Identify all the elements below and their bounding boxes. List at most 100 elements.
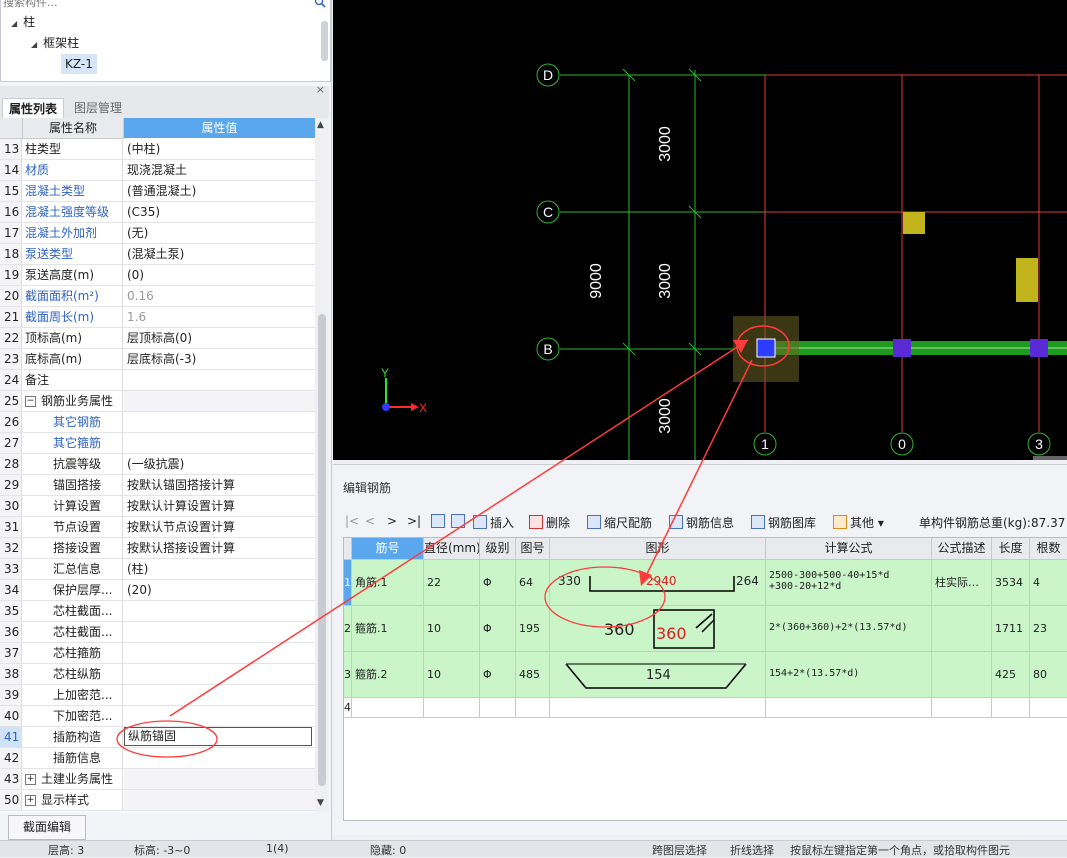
property-value[interactable]	[124, 370, 315, 390]
property-row[interactable]: 29 锚固搭接 按默认锚固搭接计算	[0, 475, 315, 496]
tab-layer-management[interactable]: 图层管理	[68, 98, 128, 118]
property-row[interactable]: 19 泵送高度(m) (0)	[0, 265, 315, 286]
property-value[interactable]: 按默认搭接设置计算	[124, 538, 315, 558]
property-row[interactable]: 26 其它钢筋	[0, 412, 315, 433]
property-row[interactable]: 24 备注	[0, 370, 315, 391]
cell-desc[interactable]	[932, 698, 992, 718]
property-value[interactable]: (20)	[124, 580, 315, 600]
property-value[interactable]: 按默认节点设置计算	[124, 517, 315, 537]
other-dropdown[interactable]: 其他 ▾	[833, 514, 884, 531]
rebar-info-button[interactable]: 钢筋信息	[669, 514, 734, 531]
cell-count[interactable]: 4	[1030, 560, 1067, 606]
cell-fig[interactable]: 485	[516, 652, 550, 698]
tree-scrollbar[interactable]	[321, 21, 328, 61]
property-value[interactable]: (C35)	[124, 202, 315, 222]
expand-icon[interactable]: +	[25, 774, 36, 785]
close-icon[interactable]: ×	[316, 83, 325, 96]
collapse-icon[interactable]: ◢	[31, 40, 37, 49]
property-row[interactable]: 50 + 显示样式	[0, 790, 315, 811]
property-row[interactable]: 14 材质 现浇混凝土	[0, 160, 315, 181]
property-value[interactable]: (中柱)	[124, 139, 315, 159]
cell-desc[interactable]	[932, 652, 992, 698]
cell-dia[interactable]: 22	[424, 560, 480, 606]
property-value[interactable]	[124, 769, 315, 789]
property-value[interactable]	[124, 433, 315, 453]
property-row[interactable]: 21 截面周长(m) 1.6	[0, 307, 315, 328]
property-row[interactable]: 41 插筋构造 纵筋锚固	[0, 727, 315, 748]
property-row[interactable]: 13 柱类型 (中柱)	[0, 139, 315, 160]
cell-len[interactable]: 425	[992, 652, 1030, 698]
property-row[interactable]: 27 其它箍筋	[0, 433, 315, 454]
collapse-icon[interactable]: ◢	[11, 19, 17, 28]
property-row[interactable]: 42 插筋信息	[0, 748, 315, 769]
rebar-shape[interactable]: 154	[550, 652, 766, 698]
property-row[interactable]: 32 搭接设置 按默认搭接设置计算	[0, 538, 315, 559]
search-icon[interactable]	[314, 0, 326, 8]
property-value[interactable]	[124, 391, 315, 411]
property-row[interactable]: 25− 钢筋业务属性	[0, 391, 315, 412]
property-row[interactable]: 40 下加密范...	[0, 706, 315, 727]
property-value[interactable]: 按默认计算设置计算	[124, 496, 315, 516]
property-value[interactable]: 层顶标高(0)	[124, 328, 315, 348]
property-row[interactable]: 15 混凝土类型 (普通混凝土)	[0, 181, 315, 202]
property-row[interactable]: 38 芯柱纵筋	[0, 664, 315, 685]
property-row[interactable]: 17 混凝土外加剂 (无)	[0, 223, 315, 244]
rebar-library-button[interactable]: 钢筋图库	[751, 514, 816, 531]
cell-name[interactable]: 角筋.1	[352, 560, 424, 606]
cell-count[interactable]: 80	[1030, 652, 1067, 698]
property-row[interactable]: 31 节点设置 按默认节点设置计算	[0, 517, 315, 538]
property-value[interactable]: (柱)	[124, 559, 315, 579]
cad-canvas[interactable]: D C B 1 0 3 3000 3000 3000 9000 Y X	[333, 0, 1067, 460]
property-value[interactable]	[124, 601, 315, 621]
property-row[interactable]: 34 保护层厚... (20)	[0, 580, 315, 601]
delete-button[interactable]: 删除	[529, 514, 570, 531]
property-value[interactable]	[124, 622, 315, 642]
property-value[interactable]: 按默认锚固搭接计算	[124, 475, 315, 495]
property-value[interactable]	[124, 748, 315, 768]
rebar-shape[interactable]: 330 2940 264	[550, 560, 766, 606]
formula-cell[interactable]: 2500-300+500-40+15*d +300-20+12*d	[766, 560, 932, 606]
property-value[interactable]	[124, 412, 315, 432]
property-row[interactable]: 37 芯柱箍筋	[0, 643, 315, 664]
cell-desc[interactable]: 柱实际…	[932, 560, 992, 606]
collapse-icon[interactable]: −	[25, 396, 36, 407]
property-value[interactable]: 层底标高(-3)	[124, 349, 315, 369]
property-value[interactable]: 现浇混凝土	[124, 160, 315, 180]
property-row[interactable]: 28 抗震等级 (一级抗震)	[0, 454, 315, 475]
cell-dia[interactable]: 10	[424, 652, 480, 698]
cell-name[interactable]: 箍筋.1	[352, 606, 424, 652]
cell-fig[interactable]: 64	[516, 560, 550, 606]
cell-len[interactable]	[992, 698, 1030, 718]
property-row[interactable]: 39 上加密范...	[0, 685, 315, 706]
cell-fig[interactable]: 195	[516, 606, 550, 652]
property-row[interactable]: 20 截面面积(m²) 0.16	[0, 286, 315, 307]
expand-icon[interactable]: +	[25, 795, 36, 806]
property-row[interactable]: 22 顶标高(m) 层顶标高(0)	[0, 328, 315, 349]
search-input[interactable]	[3, 0, 303, 9]
scroll-up-icon[interactable]: ▲	[317, 120, 324, 130]
nav-last-button[interactable]: >|	[407, 514, 421, 528]
property-row[interactable]: 33 汇总信息 (柱)	[0, 559, 315, 580]
property-value[interactable]: (0)	[124, 265, 315, 285]
property-row[interactable]: 36 芯柱截面...	[0, 622, 315, 643]
nav-first-button[interactable]: |<	[345, 514, 359, 528]
cell-dia[interactable]: 10	[424, 606, 480, 652]
formula-cell[interactable]	[766, 698, 932, 718]
cell-name[interactable]: 箍筋.2	[352, 652, 424, 698]
property-value[interactable]: 纵筋锚固	[124, 727, 312, 746]
tree-node-frame-column[interactable]: ◢ 框架柱	[31, 33, 79, 53]
cell-grade[interactable]: Φ	[480, 606, 516, 652]
property-value[interactable]	[124, 706, 315, 726]
scale-rebar-button[interactable]: 缩尺配筋	[587, 514, 652, 531]
cell-fig[interactable]	[516, 698, 550, 718]
property-value[interactable]	[124, 664, 315, 684]
property-value[interactable]: (无)	[124, 223, 315, 243]
property-row[interactable]: 23 底标高(m) 层底标高(-3)	[0, 349, 315, 370]
property-scrollbar[interactable]: ▲ ▼	[315, 118, 329, 812]
scroll-down-icon[interactable]: ▼	[317, 798, 324, 808]
tab-property-list[interactable]: 属性列表	[2, 98, 65, 119]
cell-dia[interactable]	[424, 698, 480, 718]
cell-grade[interactable]: Φ	[480, 560, 516, 606]
property-row[interactable]: 43 + 土建业务属性	[0, 769, 315, 790]
cell-len[interactable]: 1711	[992, 606, 1030, 652]
